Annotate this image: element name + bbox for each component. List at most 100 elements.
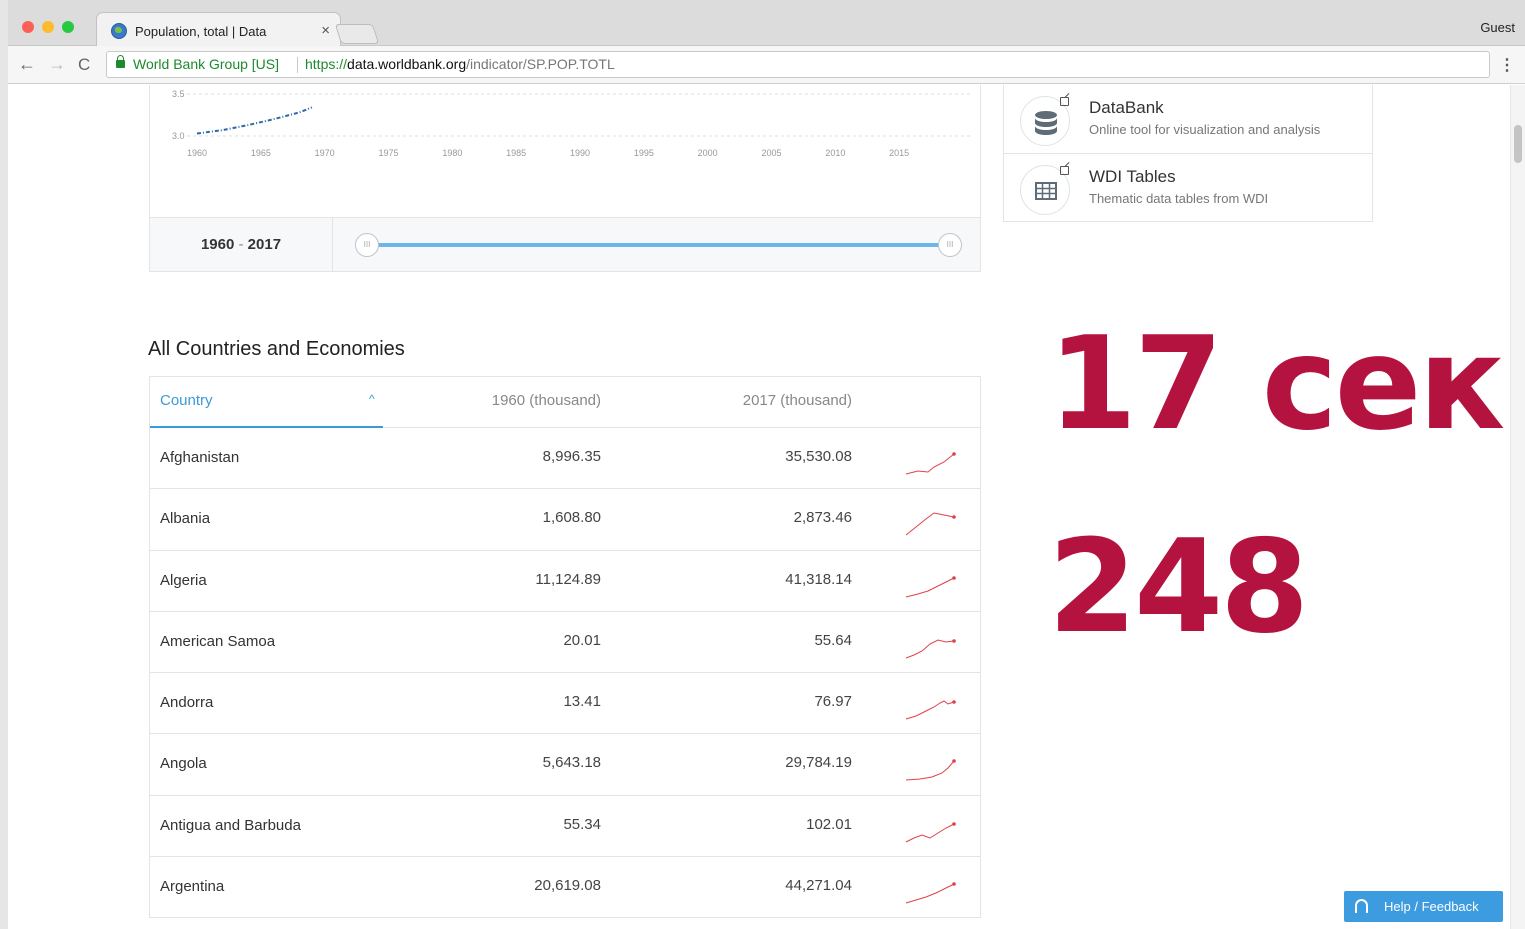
card-title[interactable]: DataBank	[1089, 98, 1164, 118]
country-name[interactable]: Antigua and Barbuda	[160, 817, 301, 834]
value-1960: 1,608.80	[542, 509, 601, 527]
x-tick-label: 1975	[378, 148, 398, 158]
table-row[interactable]: Angola 5,643.18 29,784.19	[150, 734, 980, 796]
help-feedback-button[interactable]: Help / Feedback	[1344, 891, 1503, 922]
trend-sparkline	[905, 575, 956, 598]
column-header-country[interactable]: Country	[160, 392, 213, 409]
overlay-count-text: 248	[1048, 513, 1309, 662]
forward-arrow-icon[interactable]: →	[48, 54, 66, 75]
value-2017: 44,271.04	[785, 877, 852, 895]
divider	[297, 57, 298, 73]
trend-sparkline	[905, 512, 956, 536]
tab-active[interactable]: Population, total | Data ×	[96, 12, 341, 46]
x-tick-label: 2010	[825, 148, 845, 158]
value-1960: 5,643.18	[542, 754, 601, 772]
trend-sparkline	[905, 639, 956, 659]
value-1960: 55.34	[563, 815, 601, 833]
population-line-chart: 3.5 3.01960 1965 1970 1975 1980 1985 1990 1995 20…	[172, 89, 970, 158]
tab-bar: Population, total | Data × Guest	[8, 0, 1525, 46]
profile-label[interactable]: Guest	[1480, 20, 1515, 35]
security-org: World Bank Group [US]	[133, 56, 280, 72]
table-body: Afghanistan 8,996.35 35,530.08 Albania 1,608…	[150, 428, 980, 919]
country-name[interactable]: Argentina	[160, 878, 224, 895]
trend-sparkline	[905, 759, 956, 781]
tab-close-icon[interactable]: ×	[321, 22, 330, 39]
value-1960: 11,124.89	[535, 570, 601, 588]
browser-window: Population, total | Data × Guest ← → C W…	[8, 0, 1525, 929]
table-row[interactable]: Albania 1,608.80 2,873.46	[150, 489, 980, 551]
scrollbar-thumb[interactable]	[1514, 125, 1522, 163]
desktop-edge	[0, 0, 8, 929]
lock-icon	[116, 55, 125, 68]
population-series-line	[196, 106, 313, 135]
card-subtitle: Thematic data tables from WDI	[1089, 191, 1269, 206]
y-tick-label: 3.0	[172, 131, 185, 141]
window-controls	[22, 21, 74, 33]
table-row[interactable]: Algeria 11,124.89 41,318.14	[150, 551, 980, 612]
year-range-slider: 1960 - 2017 III III	[149, 218, 981, 272]
vertical-scrollbar[interactable]	[1510, 85, 1525, 929]
slider-handle-end[interactable]: III	[938, 233, 962, 257]
table-row[interactable]: Afghanistan 8,996.35 35,530.08	[150, 428, 980, 490]
x-tick-label: 1965	[251, 148, 271, 158]
trend-sparkline	[905, 700, 956, 720]
url-text: https://data.worldbank.org/indicator/SP.…	[305, 56, 615, 72]
country-name[interactable]: Albania	[160, 510, 210, 527]
address-bar[interactable]: World Bank Group [US] https://data.world…	[106, 51, 1490, 78]
table-header: Country ^ 1960 (thousand) 2017 (thousand…	[150, 377, 980, 428]
card-wdi-tables[interactable]: WDI Tables Thematic data tables from WDI	[1004, 153, 1372, 221]
trend-sparkline	[905, 821, 956, 843]
countries-table: Country ^ 1960 (thousand) 2017 (thousand…	[149, 376, 981, 919]
value-2017: 2,873.46	[793, 509, 852, 527]
x-tick-label: 1990	[570, 148, 590, 158]
new-tab-button[interactable]	[334, 24, 380, 44]
value-2017: 29,784.19	[785, 754, 852, 772]
trend-sparkline	[905, 452, 956, 475]
country-name[interactable]: Angola	[160, 755, 207, 772]
card-title[interactable]: WDI Tables	[1089, 167, 1176, 187]
x-tick-label: 1960	[187, 148, 207, 158]
country-name[interactable]: Afghanistan	[160, 449, 239, 466]
resource-cards: DataBank Online tool for visualization a…	[1003, 85, 1373, 222]
value-1960: 20.01	[563, 631, 601, 649]
x-tick-label: 1970	[315, 148, 335, 158]
value-1960: 8,996.35	[542, 448, 601, 465]
column-header-1960[interactable]: 1960 (thousand)	[492, 392, 601, 409]
chart-panel: 3.5 3.0 1960 1965 1970 1975 1980 1985 1990 1995 20…	[149, 85, 981, 218]
zoom-window-button[interactable]	[62, 21, 74, 33]
minimize-window-button[interactable]	[42, 21, 54, 33]
table-row[interactable]: Andorra 13.41 76.97	[150, 673, 980, 735]
country-name[interactable]: Andorra	[160, 694, 213, 711]
table-row[interactable]: American Samoa 20.01 55.64	[150, 612, 980, 674]
external-link-icon	[1060, 97, 1069, 106]
tab-title: Population, total | Data	[135, 24, 267, 39]
y-tick-label: 3.5	[172, 89, 185, 99]
country-name[interactable]: Algeria	[160, 572, 207, 589]
x-tick-label: 1995	[634, 148, 654, 158]
address-toolbar: ← → C World Bank Group [US] https://data…	[8, 46, 1525, 84]
card-databank[interactable]: DataBank Online tool for visualization a…	[1004, 85, 1372, 153]
table-row[interactable]: Argentina 20,619.08 44,271.04	[150, 857, 980, 919]
value-2017: 41,318.14	[785, 570, 852, 588]
country-name[interactable]: American Samoa	[160, 633, 275, 650]
sort-ascending-icon[interactable]: ^	[369, 392, 375, 406]
x-tick-label: 2000	[698, 148, 718, 158]
value-2017: 55.64	[814, 631, 852, 649]
back-arrow-icon[interactable]: ←	[18, 54, 36, 75]
reload-icon[interactable]: C	[78, 55, 90, 75]
x-tick-label: 1980	[442, 148, 462, 158]
close-window-button[interactable]	[22, 21, 34, 33]
globe-icon	[111, 23, 127, 39]
slider-track[interactable]	[368, 243, 946, 247]
value-1960: 20,619.08	[534, 877, 601, 895]
value-1960: 13.41	[563, 693, 601, 711]
table-row[interactable]: Antigua and Barbuda 55.34 102.01	[150, 796, 980, 858]
value-2017: 35,530.08	[785, 448, 852, 465]
external-link-icon	[1060, 166, 1069, 175]
browser-menu-icon[interactable]: ⋮	[1499, 55, 1515, 75]
slider-handle-start[interactable]: III	[355, 233, 379, 257]
page-content: 3.5 3.0 1960 1965 1970 1975 1980 1985 1990 1995 20…	[8, 85, 1525, 929]
column-header-2017[interactable]: 2017 (thousand)	[743, 392, 852, 409]
value-2017: 102.01	[806, 815, 852, 833]
overlay-timer-text: 17 сек.	[1048, 310, 1525, 459]
